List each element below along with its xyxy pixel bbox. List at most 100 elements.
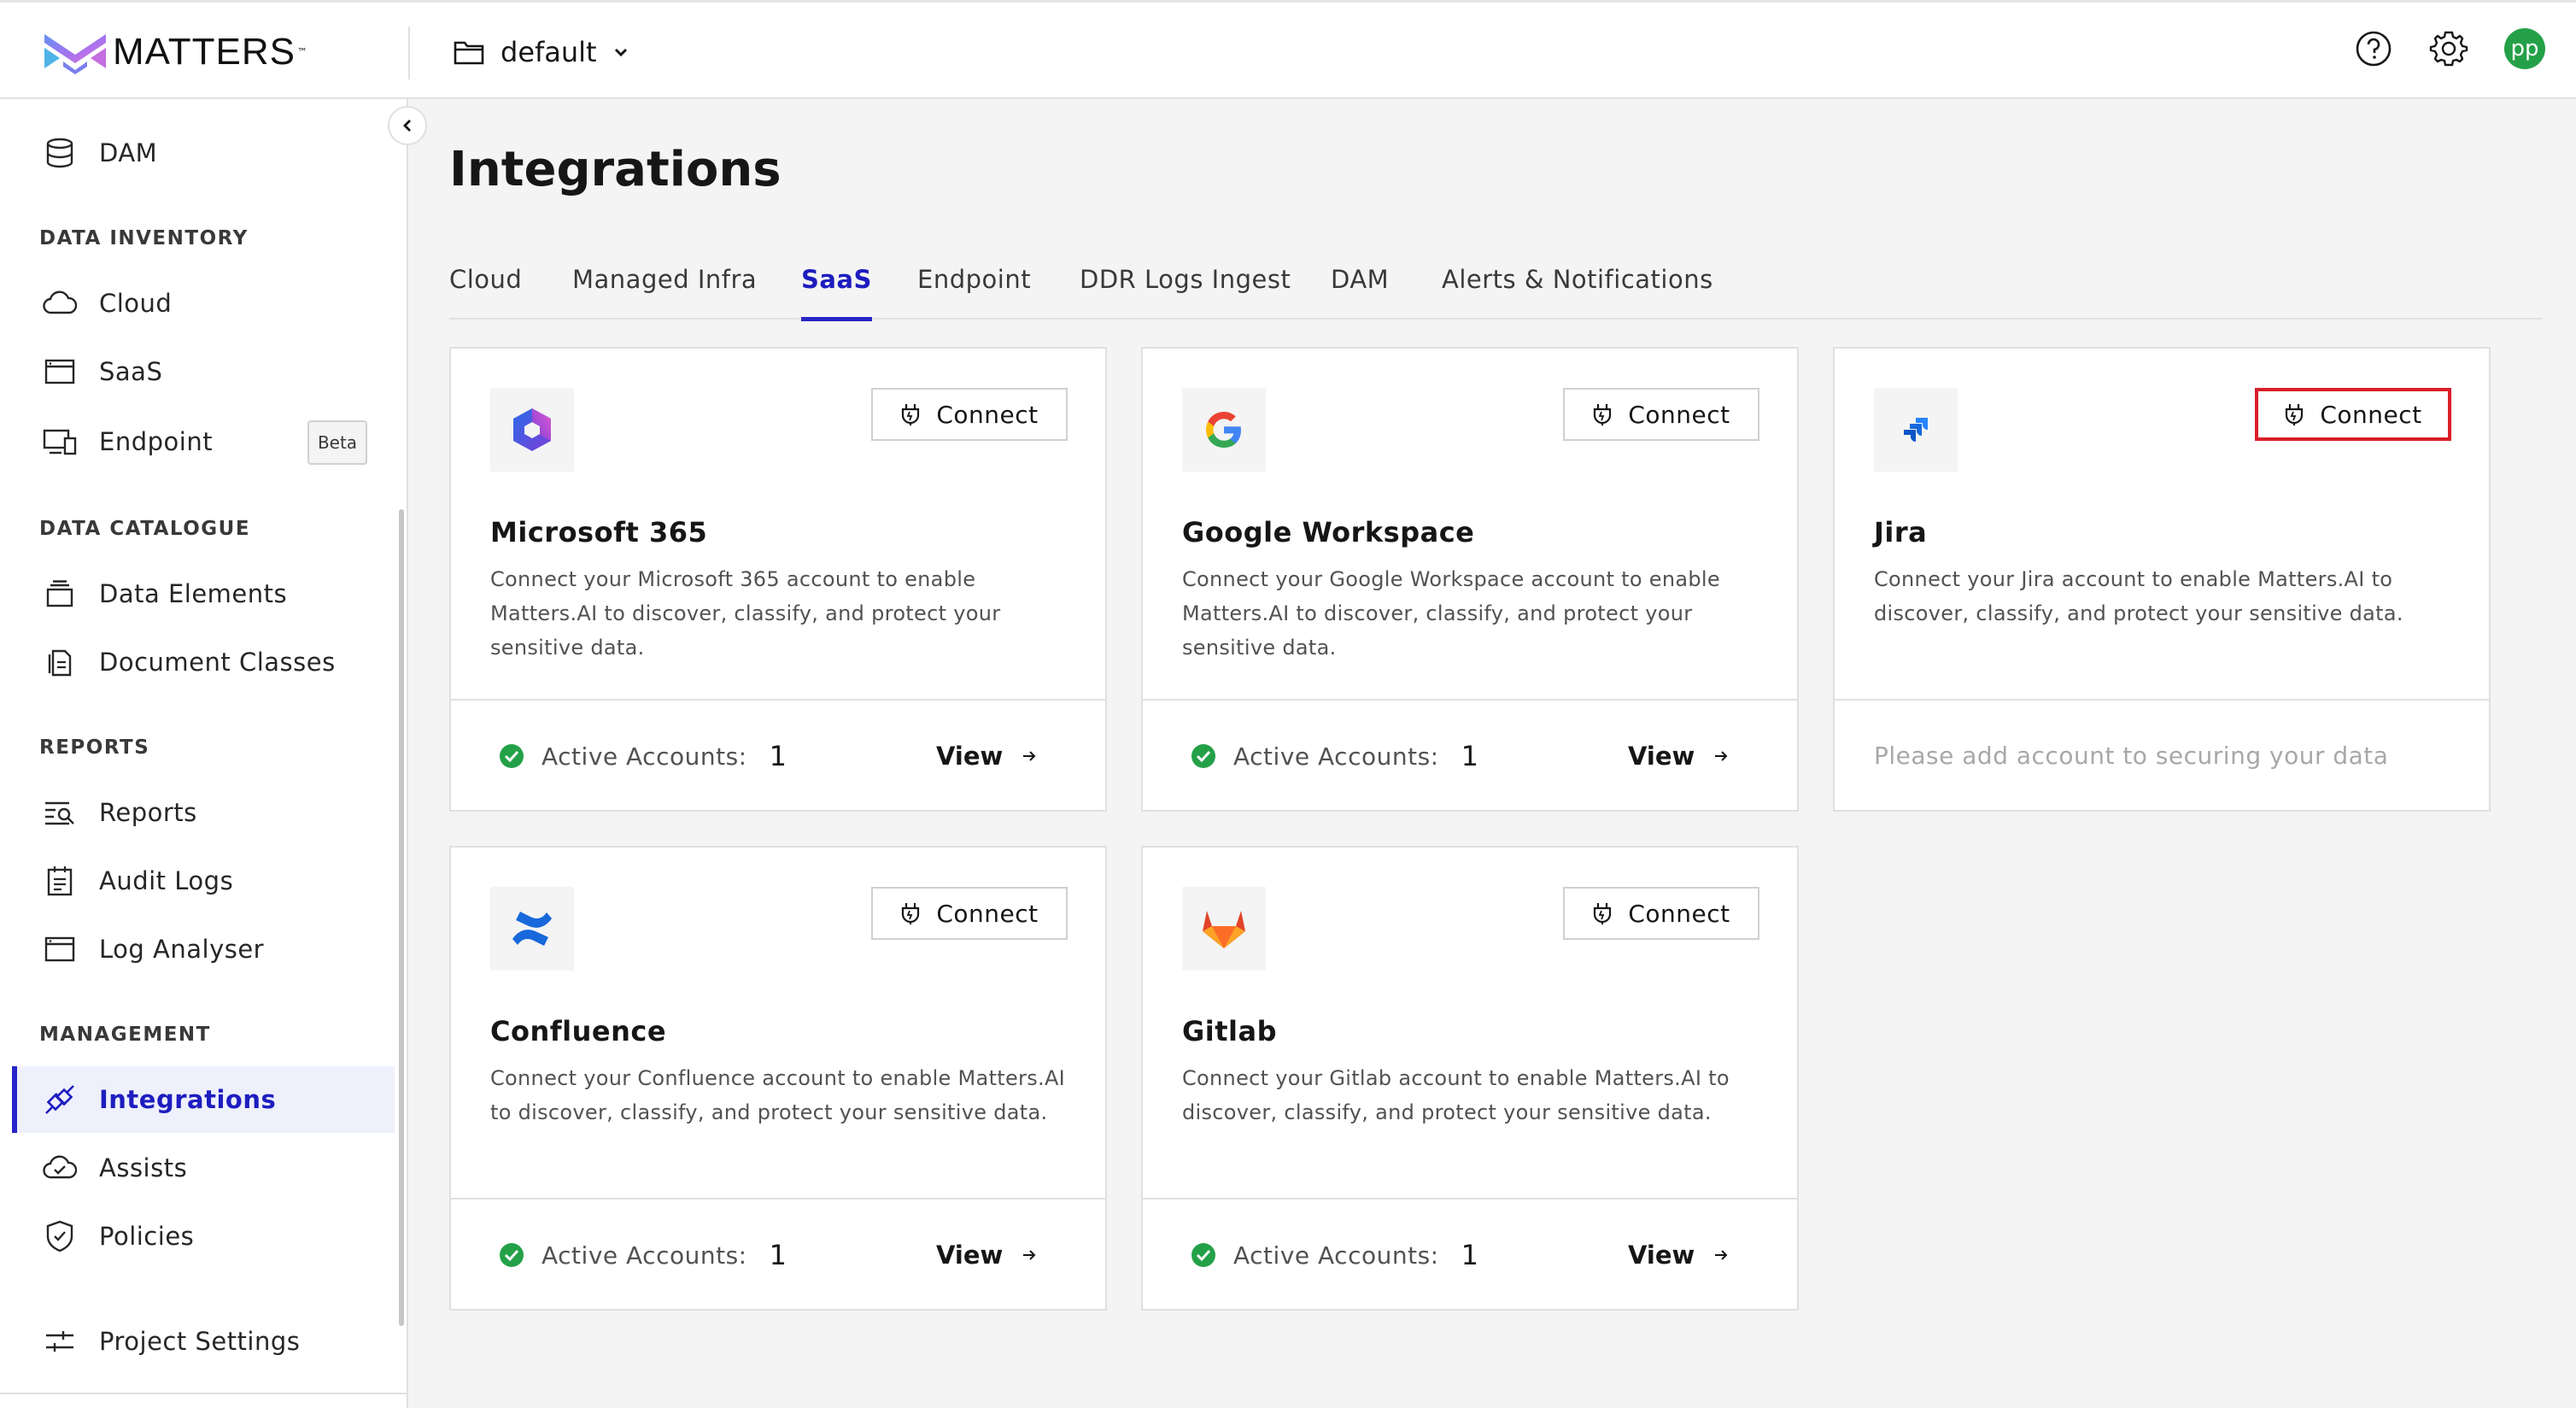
stack-icon [43,577,77,611]
sidebar-item-assists[interactable]: Assists [12,1135,395,1201]
section-reports: REPORTS [39,736,150,759]
active-accounts: Active Accounts: 1 [1191,1239,1478,1271]
sidebar-item-cloud[interactable]: Cloud [12,270,395,337]
view-link-gitlab[interactable]: View [1628,1241,1729,1270]
arrow-right-icon [1023,751,1036,761]
active-accounts-label: Active Accounts: [1233,1241,1439,1270]
arrow-right-icon [1023,1250,1036,1260]
cloud-icon [43,286,77,320]
card-footer: Active Accounts: 1 View [451,1198,1105,1309]
connect-button-confluence[interactable]: Connect [871,887,1068,940]
arrow-right-icon [1715,1250,1728,1260]
header-actions: pp [2354,28,2545,69]
active-accounts: Active Accounts: 1 [1191,740,1478,772]
view-label: View [1628,742,1695,771]
sidebar-item-reports[interactable]: Reports [12,779,395,846]
sidebar-item-log-analyser[interactable]: Log Analyser [12,916,395,983]
active-accounts-count: 1 [1461,1239,1479,1271]
folder-icon [454,41,484,65]
card-title: Gitlab [1182,1015,1277,1047]
sidebar-item-label: Data Elements [99,579,288,608]
section-data-inventory: DATA INVENTORY [39,227,249,249]
sidebar-item-label: Document Classes [99,648,336,677]
integration-card-google-workspace: Connect Google Workspace Connect your Go… [1141,347,1799,812]
tab-endpoint[interactable]: Endpoint [917,265,1031,320]
sidebar-item-project-settings[interactable]: Project Settings [12,1308,395,1375]
sidebar-item-label: DAM [99,138,158,167]
integration-tabs: Cloud Managed Infra SaaS Endpoint DDR Lo… [449,258,2542,321]
view-label: View [936,1241,1004,1270]
brand-trademark: ™ [296,46,307,58]
sidebar-item-label: Cloud [99,289,173,318]
project-switcher[interactable]: default [453,28,629,76]
sidebar: DAM DATA INVENTORY Cloud SaaS Endpoint B… [0,99,408,1408]
view-link-google-workspace[interactable]: View [1628,742,1729,771]
brand-logo[interactable]: MATTERS ™ [43,28,307,76]
connect-button-google-workspace[interactable]: Connect [1563,388,1759,441]
shield-check-icon [43,1219,77,1253]
section-data-catalogue: DATA CATALOGUE [39,518,251,540]
matters-logo-icon [44,34,106,74]
beta-badge: Beta [307,420,367,465]
sidebar-item-document-classes[interactable]: Document Classes [12,629,395,695]
tab-saas[interactable]: SaaS [801,265,872,321]
help-icon[interactable] [2354,29,2393,68]
sidebar-item-data-elements[interactable]: Data Elements [12,560,395,627]
sidebar-item-label: Assists [99,1153,188,1182]
microsoft-365-logo-icon [490,388,574,472]
check-circle-icon [500,744,524,768]
tab-cloud[interactable]: Cloud [449,265,522,320]
card-description: Connect your Gitlab account to enable Ma… [1182,1066,1730,1124]
documents-icon [43,645,77,679]
project-name: default [501,36,597,68]
chevron-left-icon [403,120,411,132]
calendar-list-icon [43,864,77,898]
tab-ddr-logs-ingest[interactable]: DDR Logs Ingest [1080,265,1291,320]
browser-window-icon [43,355,77,389]
brand-name: MATTERS [113,31,296,73]
plug-icon [902,404,920,425]
connect-label: Connect [1628,899,1730,928]
section-management: MANAGEMENT [39,1024,211,1046]
sidebar-item-label: Audit Logs [99,866,234,895]
tab-alerts-notifications[interactable]: Alerts & Notifications [1442,265,1713,320]
top-bar: MATTERS ™ default pp [0,0,2576,99]
plug-icon [1594,404,1612,425]
connect-button-jira[interactable]: Connect [2255,388,2451,441]
card-title: Jira [1874,516,1928,549]
sidebar-item-audit-logs[interactable]: Audit Logs [12,848,395,914]
view-link-confluence[interactable]: View [936,1241,1037,1270]
view-link-microsoft-365[interactable]: View [936,742,1037,771]
tab-managed-infra[interactable]: Managed Infra [572,265,757,320]
user-avatar[interactable]: pp [2504,28,2545,69]
report-search-icon [43,795,77,830]
sidebar-item-policies[interactable]: Policies [12,1203,395,1270]
plug-icon [1594,903,1612,924]
window-icon [43,932,77,966]
integration-card-confluence: Connect Confluence Connect your Confluen… [449,846,1107,1311]
sidebar-item-saas[interactable]: SaaS [12,338,395,405]
connect-button-microsoft-365[interactable]: Connect [871,388,1068,441]
page-title: Integrations [449,142,782,197]
card-description: Connect your Google Workspace account to… [1182,567,1720,660]
active-accounts: Active Accounts: 1 [499,1239,787,1271]
card-description: Connect your Jira account to enable Matt… [1874,567,2403,625]
plug-connection-icon [43,1082,77,1117]
connect-label: Connect [2320,400,2422,429]
collapse-sidebar-button[interactable] [388,106,427,145]
no-accounts-message: Please add account to securing your data [1874,742,2389,770]
active-accounts-label: Active Accounts: [542,742,747,771]
gitlab-logo-icon [1182,887,1266,971]
sidebar-item-dam[interactable]: DAM [12,120,395,186]
check-circle-icon [1191,1243,1215,1267]
sidebar-item-label: Reports [99,798,197,827]
sidebar-item-integrations[interactable]: Integrations [12,1066,395,1133]
google-logo-icon [1182,388,1266,472]
gear-icon[interactable] [2429,29,2468,68]
card-title: Confluence [490,1015,667,1047]
connect-button-gitlab[interactable]: Connect [1563,887,1759,940]
sidebar-scrollbar[interactable] [399,509,404,1326]
connect-label: Connect [1628,400,1730,429]
integration-card-jira: Connect Jira Connect your Jira account t… [1833,347,2491,812]
tab-dam[interactable]: DAM [1331,265,1389,320]
